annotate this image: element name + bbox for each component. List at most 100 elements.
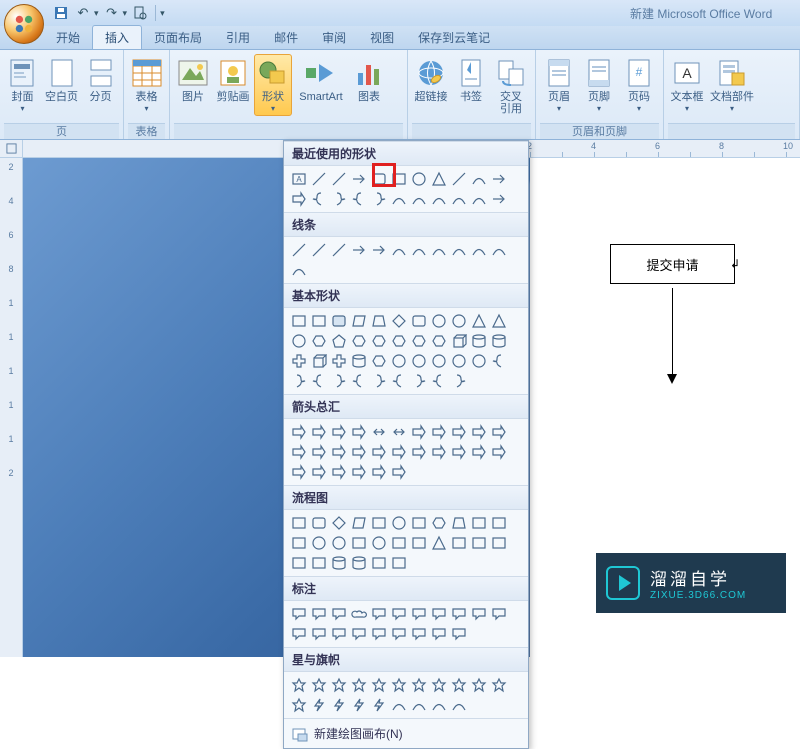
arrow-connector[interactable] — [672, 288, 673, 378]
shape-item[interactable] — [290, 312, 308, 330]
new-drawing-canvas-item[interactable]: 新建绘图画布(N) — [284, 718, 528, 748]
shape-item[interactable] — [290, 190, 308, 208]
shape-item[interactable] — [330, 352, 348, 370]
shape-item[interactable] — [390, 696, 408, 714]
shape-item[interactable] — [410, 625, 428, 643]
shape-item[interactable] — [330, 190, 348, 208]
shape-item[interactable] — [490, 352, 508, 370]
shape-item[interactable] — [470, 332, 488, 350]
shape-item[interactable] — [310, 332, 328, 350]
shape-item[interactable] — [470, 352, 488, 370]
document-page[interactable]: 提交申请 ↲ 溜溜自学 ZIXUE.3D66.COM — [530, 158, 800, 657]
bookmark-button[interactable]: 书签 — [452, 54, 490, 106]
shape-item[interactable] — [410, 372, 428, 390]
shape-item[interactable] — [490, 241, 508, 259]
shape-item[interactable] — [410, 443, 428, 461]
shape-item[interactable] — [410, 423, 428, 441]
shape-item[interactable] — [330, 696, 348, 714]
shape-item[interactable] — [310, 554, 328, 572]
shape-item[interactable] — [470, 605, 488, 623]
shape-item[interactable] — [350, 534, 368, 552]
tab-view[interactable]: 视图 — [358, 26, 406, 49]
shape-item[interactable] — [290, 696, 308, 714]
shape-item[interactable] — [450, 372, 468, 390]
shape-item[interactable] — [470, 443, 488, 461]
shape-item[interactable] — [470, 676, 488, 694]
shape-item[interactable] — [350, 312, 368, 330]
shape-item[interactable] — [430, 514, 448, 532]
shape-item[interactable] — [450, 514, 468, 532]
shape-item[interactable] — [370, 554, 388, 572]
shape-item[interactable] — [310, 534, 328, 552]
shape-item[interactable] — [310, 676, 328, 694]
shape-item[interactable] — [490, 332, 508, 350]
flowchart-process-shape[interactable]: 提交申请 ↲ — [610, 244, 735, 284]
shape-item[interactable] — [290, 554, 308, 572]
shape-item[interactable] — [330, 625, 348, 643]
tab-pagelayout[interactable]: 页面布局 — [142, 26, 214, 49]
shape-item[interactable] — [390, 554, 408, 572]
shape-item[interactable]: A — [290, 170, 308, 188]
shapes-button[interactable]: 形状▾ — [254, 54, 292, 116]
redo-dd-icon[interactable]: ▾ — [123, 8, 128, 19]
shape-item[interactable] — [430, 170, 448, 188]
shape-item[interactable] — [410, 352, 428, 370]
shape-item[interactable] — [330, 423, 348, 441]
shape-item[interactable] — [290, 676, 308, 694]
shape-item[interactable] — [310, 625, 328, 643]
shape-item[interactable] — [470, 534, 488, 552]
shape-item[interactable] — [290, 372, 308, 390]
shape-item[interactable] — [450, 170, 468, 188]
shape-item[interactable] — [370, 423, 388, 441]
page-break-button[interactable]: 分页 — [82, 54, 119, 106]
shape-item[interactable] — [330, 372, 348, 390]
shape-item[interactable] — [390, 170, 408, 188]
shape-item[interactable] — [490, 312, 508, 330]
shape-item[interactable] — [430, 372, 448, 390]
shape-item[interactable] — [350, 241, 368, 259]
header-button[interactable]: 页眉▾ — [540, 54, 578, 116]
shape-item[interactable] — [290, 352, 308, 370]
shape-item[interactable] — [290, 463, 308, 481]
redo-icon[interactable]: ↷ — [103, 4, 121, 22]
qat-customize-dd-icon[interactable]: ▾ — [160, 8, 165, 19]
table-button[interactable]: 表格▾ — [128, 54, 165, 116]
footer-button[interactable]: 页脚▾ — [580, 54, 618, 116]
shape-item[interactable] — [490, 514, 508, 532]
shape-item[interactable] — [350, 170, 368, 188]
shape-item[interactable] — [330, 534, 348, 552]
shape-item[interactable] — [430, 443, 448, 461]
shape-item[interactable] — [430, 696, 448, 714]
shape-item[interactable] — [390, 514, 408, 532]
ruler-vertical[interactable]: 2 4 6 8 1 1 1 1 1 2 — [0, 158, 23, 657]
shape-item[interactable] — [390, 241, 408, 259]
shape-item[interactable] — [490, 534, 508, 552]
shape-item[interactable] — [490, 423, 508, 441]
shape-item[interactable] — [450, 241, 468, 259]
shape-item[interactable] — [430, 605, 448, 623]
shape-item[interactable] — [410, 332, 428, 350]
smartart-button[interactable]: SmartArt — [294, 54, 348, 106]
shape-item[interactable] — [490, 443, 508, 461]
shape-item[interactable] — [450, 312, 468, 330]
shape-item[interactable] — [310, 372, 328, 390]
shape-item[interactable] — [450, 332, 468, 350]
shape-item[interactable] — [430, 241, 448, 259]
shape-item[interactable] — [310, 352, 328, 370]
shape-item[interactable] — [370, 312, 388, 330]
shape-item[interactable] — [290, 625, 308, 643]
shape-item[interactable] — [470, 312, 488, 330]
shape-item[interactable] — [450, 625, 468, 643]
shape-item[interactable] — [370, 170, 388, 188]
shape-item[interactable] — [390, 605, 408, 623]
shape-item[interactable] — [310, 696, 328, 714]
textbox-button[interactable]: A文本框▾ — [668, 54, 706, 116]
shape-item[interactable] — [290, 241, 308, 259]
shape-item[interactable] — [350, 676, 368, 694]
shape-item[interactable] — [350, 372, 368, 390]
shape-item[interactable] — [410, 696, 428, 714]
print-preview-icon[interactable] — [131, 4, 149, 22]
shape-item[interactable] — [370, 534, 388, 552]
shape-item[interactable] — [330, 676, 348, 694]
hyperlink-button[interactable]: 超链接 — [412, 54, 450, 106]
